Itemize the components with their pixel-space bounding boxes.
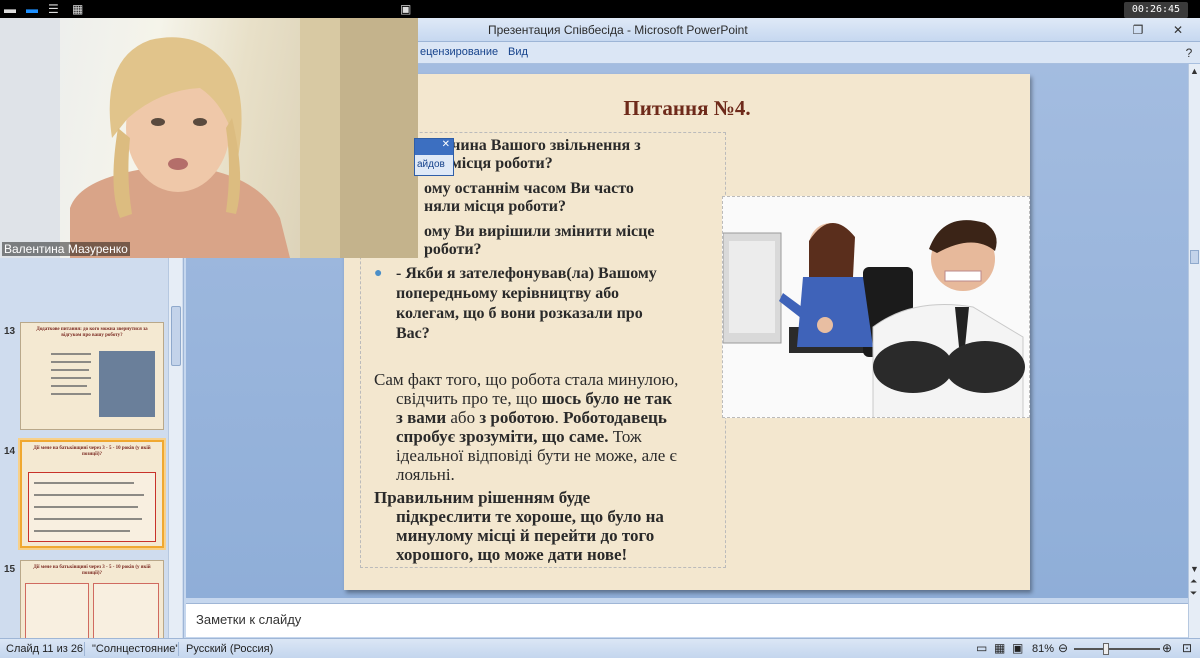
- vertical-scrollbar[interactable]: ▲ ▼ ⏶ ⏷: [1188, 64, 1200, 638]
- close-icon[interactable]: ✕: [1168, 21, 1188, 39]
- conclusion-line: минулому місці й перейти до того: [396, 526, 655, 545]
- paragraph-line: свідчить про те, що шось було не так: [396, 389, 672, 408]
- screen-icon[interactable]: ▬: [26, 2, 38, 16]
- window-title: Презентация Співбесіда - Microsoft Power…: [488, 23, 748, 37]
- tab-view[interactable]: Вид: [508, 46, 528, 58]
- conclusion-line: хорошого, що може дати нове!: [396, 545, 628, 564]
- close-icon[interactable]: ✕: [442, 139, 450, 150]
- question-line: попередньому керівництву або: [396, 285, 619, 302]
- language-indicator[interactable]: Русский (Россия): [186, 643, 273, 655]
- zoom-level[interactable]: 81%: [1032, 643, 1054, 655]
- slide-number: 13: [4, 326, 16, 337]
- paragraph-line: спробує зрозуміти, що саме. Тож: [396, 427, 642, 446]
- interview-photo[interactable]: [722, 196, 1030, 418]
- paragraph-line: з вами або з роботою. Роботодавець: [396, 408, 667, 427]
- restore-icon[interactable]: ❐: [1128, 21, 1148, 39]
- sorter-view-icon[interactable]: ▦: [994, 641, 1005, 655]
- thumbnail-title: Дії мене на батьківщині через 3 - 5 - 10…: [33, 446, 151, 457]
- scroll-down-icon[interactable]: ▼: [1190, 564, 1199, 574]
- normal-view-icon[interactable]: ▭: [976, 641, 987, 655]
- popup-label: айдов: [417, 159, 445, 170]
- call-timer: 00:26:45: [1124, 2, 1188, 18]
- slideshow-view-icon[interactable]: ▣: [1012, 641, 1023, 655]
- paragraph-line: Сам факт того, що робота стала минулою,: [374, 370, 679, 389]
- question-line: колегам, що б вони розказали про: [396, 305, 643, 322]
- slide-thumbnail-15[interactable]: Дії мене на батьківщині через 3 - 5 - 10…: [20, 560, 164, 640]
- slide-title[interactable]: Питання №4.: [344, 96, 1030, 121]
- list-view-icon[interactable]: ☰: [48, 2, 59, 16]
- video-call-window[interactable]: Валентина Мазуренко: [0, 18, 418, 258]
- zoom-slider[interactable]: [1074, 648, 1160, 650]
- paragraph-line: лояльні.: [396, 465, 455, 484]
- scroll-thumb[interactable]: [1190, 250, 1199, 264]
- question-line: роботи?: [424, 241, 482, 258]
- notes-placeholder: Заметки к слайду: [196, 612, 302, 627]
- paragraph-line: ідеальної відповіді бути не може, але є: [396, 446, 677, 465]
- conclusion-line: Правильним рішенням буде: [374, 488, 591, 507]
- participant-video: [0, 18, 418, 258]
- conclusion-line: підкреслити те хороше, що було на: [396, 507, 664, 526]
- popup-titlebar: ✕: [415, 139, 453, 155]
- question-line: Вас?: [396, 325, 430, 342]
- fit-to-window-icon[interactable]: ⊡: [1182, 641, 1192, 655]
- slide-number: 15: [4, 564, 16, 575]
- status-bar: Слайд 11 из 26 "Солнцестояние" Русский (…: [0, 638, 1200, 658]
- tab-review[interactable]: ецензирование: [420, 46, 498, 58]
- previous-slide-icon[interactable]: ⏶: [1190, 576, 1197, 587]
- notes-pane[interactable]: Заметки к слайду: [186, 603, 1188, 637]
- theme-name[interactable]: "Солнцестояние": [92, 643, 179, 655]
- slide-thumbnail-13[interactable]: Додаткове питання: до кого можна звернут…: [20, 322, 164, 430]
- question-line: ому Ви вирішили змінити місце: [424, 223, 655, 240]
- slide-thumbnail-14[interactable]: Дії мене на батьківщині через 3 - 5 - 10…: [20, 440, 164, 548]
- zoom-in-icon[interactable]: ⊕: [1162, 641, 1172, 655]
- scroll-up-icon[interactable]: ▲: [1190, 66, 1199, 76]
- question-line: - Якби я зателефонував(ла) Вашому: [396, 265, 657, 282]
- zoom-out-icon[interactable]: ⊖: [1058, 641, 1068, 655]
- thumbnail-title: Дії мене на батьківщині через 3 - 5 - 10…: [33, 565, 151, 576]
- grid-view-icon[interactable]: ▦: [72, 2, 83, 16]
- next-slide-icon[interactable]: ⏷: [1190, 588, 1197, 599]
- video-popup[interactable]: ✕ айдов: [414, 138, 454, 176]
- participant-name: Валентина Мазуренко: [2, 242, 130, 256]
- minimize-icon[interactable]: ▬: [4, 2, 16, 16]
- thumbnail-title: Додаткове питання: до кого можна звернут…: [36, 327, 148, 338]
- zoom-slider-handle[interactable]: [1103, 643, 1109, 655]
- bullet-icon: ●: [374, 264, 383, 280]
- question-line: ому останнім часом Ви часто: [424, 180, 634, 197]
- window-layout-icon[interactable]: ▣: [400, 2, 411, 16]
- top-toolbar: ▬ ▬ ☰ ▦ ▣ 00:26:45: [0, 0, 1200, 18]
- help-icon[interactable]: ?: [1180, 44, 1198, 62]
- question-line: няли місця роботи?: [424, 198, 566, 215]
- slide-counter: Слайд 11 из 26: [6, 643, 84, 655]
- slide-number: 14: [4, 446, 16, 457]
- question-line: причина Вашого звільнення з: [424, 137, 641, 154]
